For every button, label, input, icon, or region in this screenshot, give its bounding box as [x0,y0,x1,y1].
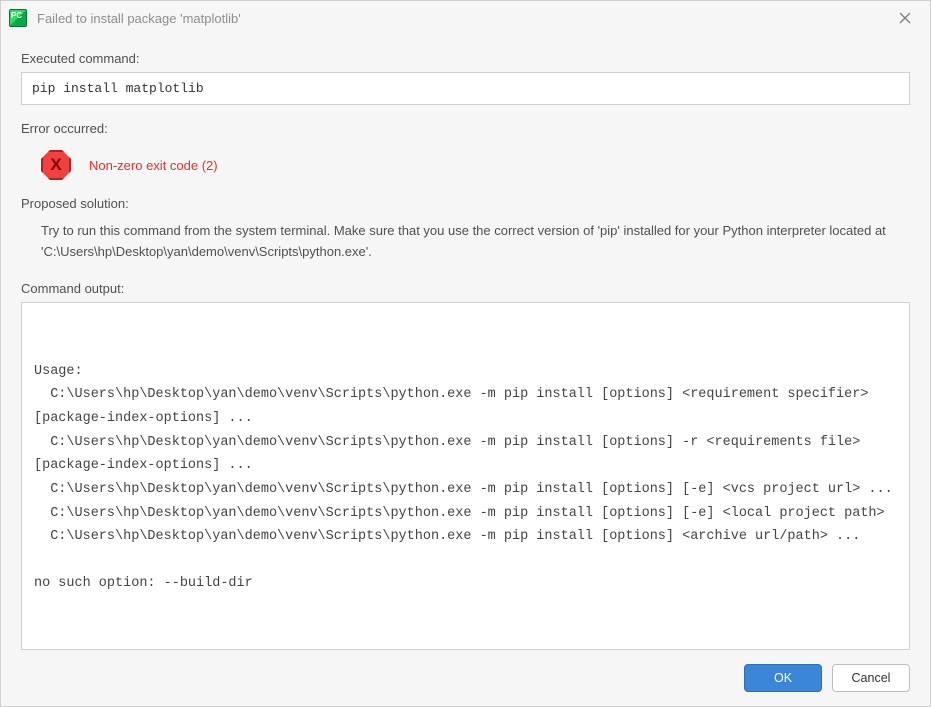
error-occurred-label: Error occurred: [21,121,910,136]
command-output-box[interactable]: Usage: C:\Users\hp\Desktop\yan\demo\venv… [21,302,910,650]
proposed-solution-text: Try to run this command from the system … [21,217,910,275]
executed-command-box[interactable]: pip install matplotlib [21,72,910,105]
command-output-label: Command output: [21,281,910,296]
error-row: X Non-zero exit code (2) [21,142,910,190]
error-message: Non-zero exit code (2) [89,158,218,173]
window-title: Failed to install package 'matplotlib' [37,11,888,26]
ok-button[interactable]: OK [744,664,822,692]
cancel-button[interactable]: Cancel [832,664,910,692]
proposed-solution-label: Proposed solution: [21,196,910,211]
close-icon[interactable] [888,3,922,33]
dialog-window: Failed to install package 'matplotlib' E… [0,0,931,707]
button-row: OK Cancel [21,662,910,692]
titlebar: Failed to install package 'matplotlib' [1,1,930,35]
error-icon: X [41,150,71,180]
pycharm-app-icon [9,9,27,27]
executed-command-label: Executed command: [21,51,910,66]
dialog-body: Executed command: pip install matplotlib… [1,35,930,706]
